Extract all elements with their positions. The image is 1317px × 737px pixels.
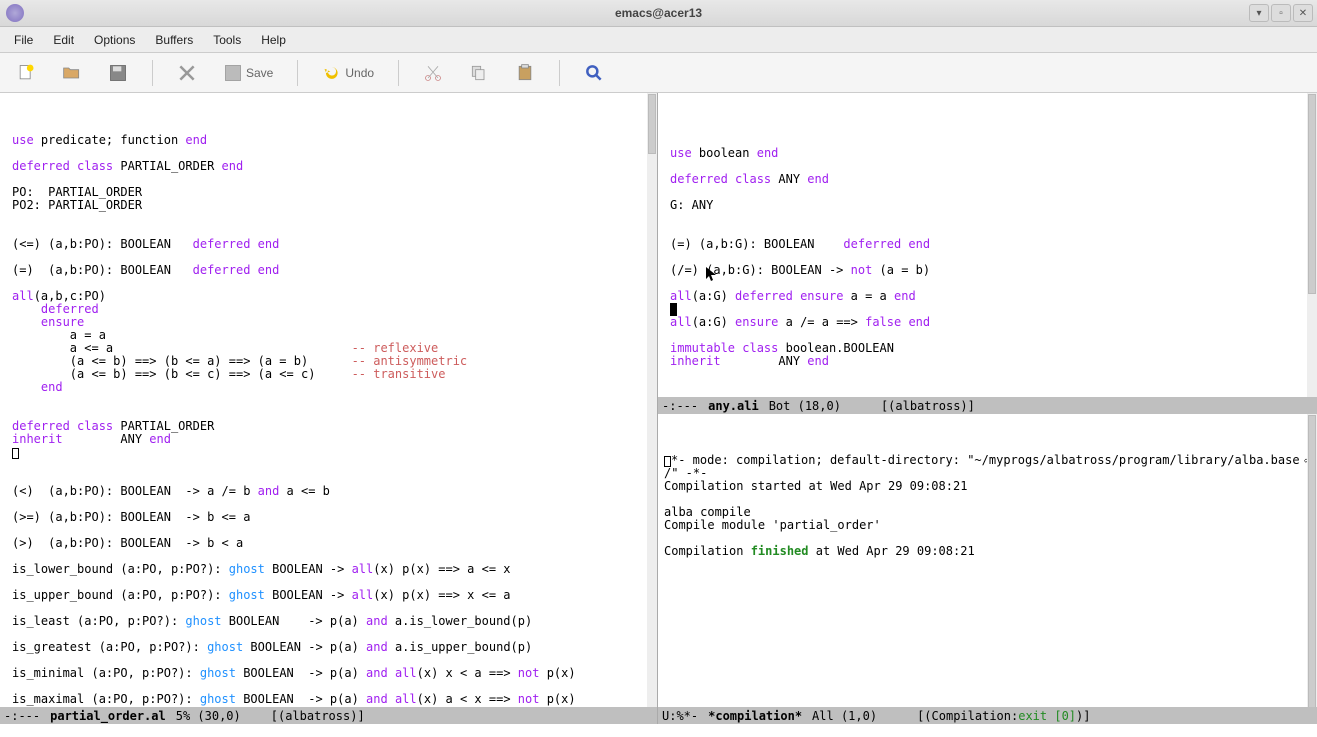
window-controls: ▾ ▫ ✕ [1249, 4, 1313, 22]
right-top-modeline[interactable]: -:--- any.ali Bot (18,0) [(albatross)] [658, 397, 1317, 414]
modeline-filename: *compilation* [708, 709, 802, 723]
modeline-mode: [(albatross)] [881, 399, 975, 413]
search-icon [584, 63, 604, 83]
close-button[interactable]: ✕ [1293, 4, 1313, 22]
minibuffer[interactable] [0, 724, 1317, 737]
left-modeline[interactable]: -:--- partial_order.al 5% (30,0) [(albat… [0, 707, 657, 724]
menubar: File Edit Options Buffers Tools Help [0, 27, 1317, 53]
modeline-status: -:--- [4, 709, 40, 723]
modeline-exit-code: exit [0] [1018, 709, 1076, 723]
open-folder-icon [62, 63, 82, 83]
scissors-icon [423, 63, 443, 83]
scrollbar[interactable] [1307, 414, 1317, 707]
right-top-code-buffer[interactable]: use boolean end deferred class ANY end G… [658, 93, 1317, 397]
compilation-buffer[interactable]: *- mode: compilation; default-directory:… [658, 414, 1317, 707]
undo-icon [322, 63, 342, 83]
modeline-filename: any.ali [708, 399, 759, 413]
toolbar-separator [559, 60, 560, 86]
modeline-mode-suffix: )] [1076, 709, 1090, 723]
paste-button[interactable] [509, 59, 541, 87]
minimize-button[interactable]: ▾ [1249, 4, 1269, 22]
app-icon [6, 4, 24, 22]
search-button[interactable] [578, 59, 610, 87]
toolbar-separator [297, 60, 298, 86]
open-file-button[interactable] [56, 59, 88, 87]
menu-tools[interactable]: Tools [203, 29, 251, 51]
cancel-button[interactable] [171, 59, 203, 87]
copy-icon [469, 63, 489, 83]
menu-file[interactable]: File [4, 29, 43, 51]
menu-help[interactable]: Help [251, 29, 296, 51]
modeline-position: Bot (18,0) [769, 399, 841, 413]
save-button[interactable]: Save [217, 59, 279, 87]
modeline-status: -:--- [662, 399, 698, 413]
modeline-mode-prefix: [(Compilation: [917, 709, 1018, 723]
save-disk-icon [108, 63, 128, 83]
new-file-button[interactable] [10, 59, 42, 87]
scrollbar[interactable] [1307, 93, 1317, 397]
titlebar: emacs@acer13 ▾ ▫ ✕ [0, 0, 1317, 27]
left-code-buffer[interactable]: use predicate; function end deferred cla… [0, 93, 657, 707]
save-disk-button[interactable] [102, 59, 134, 87]
editor-split: use predicate; function end deferred cla… [0, 93, 1317, 724]
left-pane: use predicate; function end deferred cla… [0, 93, 658, 724]
undo-label: Undo [345, 66, 374, 80]
save-icon [223, 63, 243, 83]
menu-edit[interactable]: Edit [43, 29, 84, 51]
save-label: Save [246, 66, 273, 80]
new-file-icon [16, 63, 36, 83]
toolbar-separator [398, 60, 399, 86]
modeline-mode: [(albatross)] [271, 709, 365, 723]
modeline-position: 5% (30,0) [176, 709, 241, 723]
copy-button[interactable] [463, 59, 495, 87]
modeline-position: All (1,0) [812, 709, 877, 723]
right-pane: use boolean end deferred class ANY end G… [658, 93, 1317, 724]
toolbar-separator [152, 60, 153, 86]
cut-button[interactable] [417, 59, 449, 87]
scrollbar[interactable] [647, 93, 657, 707]
maximize-button[interactable]: ▫ [1271, 4, 1291, 22]
modeline-status: U:%*- [662, 709, 698, 723]
x-icon [177, 63, 197, 83]
menu-buffers[interactable]: Buffers [145, 29, 203, 51]
undo-button[interactable]: Undo [316, 59, 380, 87]
toolbar: Save Undo [0, 53, 1317, 93]
window-title: emacs@acer13 [615, 6, 702, 20]
modeline-filename: partial_order.al [50, 709, 166, 723]
compilation-modeline[interactable]: U:%*- *compilation* All (1,0) [(Compilat… [658, 707, 1317, 724]
menu-options[interactable]: Options [84, 29, 145, 51]
clipboard-icon [515, 63, 535, 83]
